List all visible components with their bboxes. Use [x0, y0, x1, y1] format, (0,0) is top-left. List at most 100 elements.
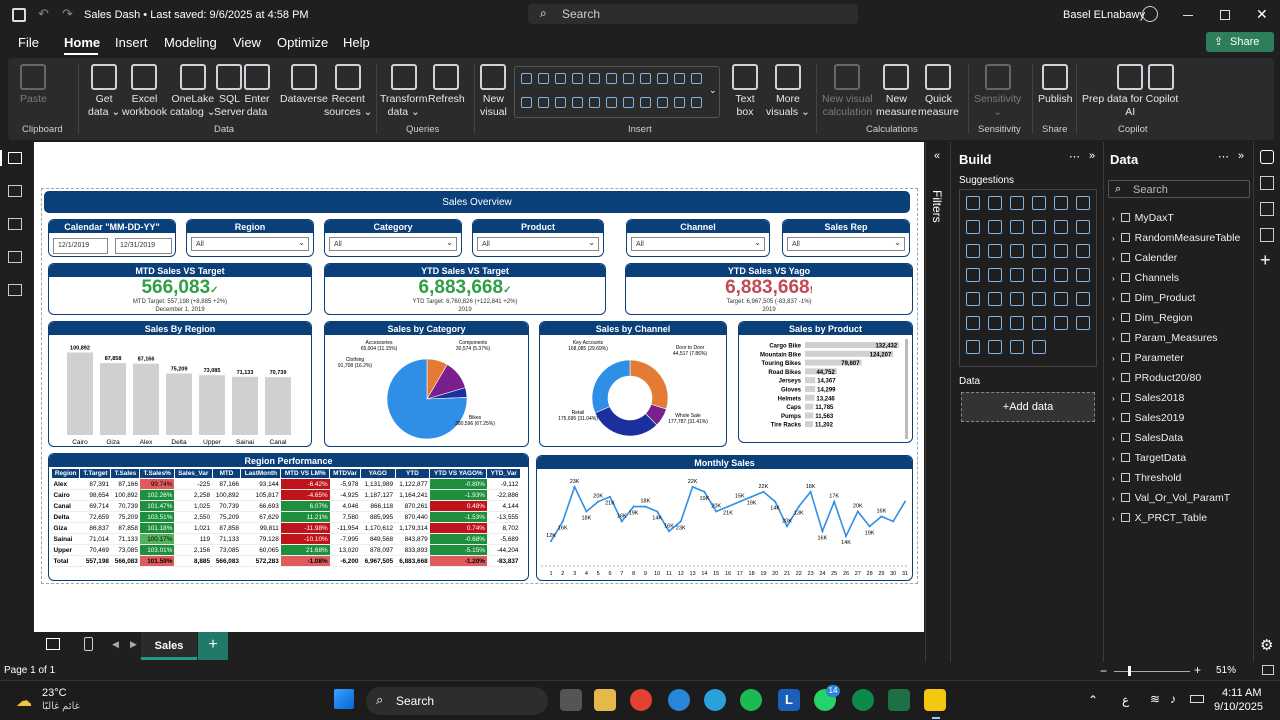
date-to-input[interactable]: 12/31/2019: [115, 238, 172, 254]
task-view-icon[interactable]: [560, 689, 582, 711]
desktop-layout-icon[interactable]: [46, 638, 60, 650]
add-page-button[interactable]: +: [198, 632, 228, 660]
visual-type-icon[interactable]: [1032, 268, 1046, 282]
slicer-dropdown[interactable]: All ⌄: [329, 237, 457, 251]
visual-type-icon[interactable]: [538, 73, 549, 84]
visual-type-icon[interactable]: [1054, 316, 1068, 330]
data-table-calender[interactable]: › Calender: [1112, 252, 1177, 264]
menu-view[interactable]: View: [233, 35, 261, 50]
visual-type-icon[interactable]: [674, 97, 685, 108]
visual-type-icon[interactable]: [623, 73, 634, 84]
kpi-card[interactable]: YTD Sales VS Target 6,883,668✓ YTD Target:…: [324, 263, 606, 315]
visual-type-icon[interactable]: [521, 73, 532, 84]
avatar[interactable]: [1142, 6, 1158, 22]
column-header[interactable]: YTD VS YAGO%: [429, 468, 488, 479]
ribbon-button-19[interactable]: [1148, 64, 1174, 93]
column-header[interactable]: YTD: [394, 468, 431, 479]
column-header[interactable]: YAGO: [359, 468, 396, 479]
visual-type-icon[interactable]: [657, 97, 668, 108]
ribbon-button-17[interactable]: Publish: [1038, 64, 1072, 106]
column-header[interactable]: T.Target: [79, 468, 112, 479]
slicer-region[interactable]: Region All ⌄: [186, 219, 314, 257]
menu-modeling[interactable]: Modeling: [164, 35, 217, 50]
visual-type-icon[interactable]: [691, 97, 702, 108]
visual-type-icon[interactable]: [988, 268, 1002, 282]
slicer-dropdown[interactable]: All ⌄: [631, 237, 765, 251]
settings-icon[interactable]: ⚙: [1260, 636, 1273, 654]
visual-type-icon[interactable]: [1032, 244, 1046, 258]
dax-query-icon[interactable]: [8, 251, 22, 263]
visual-type-icon[interactable]: [988, 196, 1002, 210]
report-view-icon[interactable]: [8, 152, 22, 164]
slicer-channel[interactable]: Channel All ⌄: [626, 219, 770, 257]
data-table-salesdata[interactable]: › SalesData: [1112, 432, 1183, 444]
column-header[interactable]: Region: [50, 468, 81, 479]
minimize-icon[interactable]: [1183, 15, 1193, 16]
visual-type-icon[interactable]: [1076, 196, 1090, 210]
visual-type-icon[interactable]: [1076, 268, 1090, 282]
windows-start-icon[interactable]: [334, 689, 354, 709]
ribbon-button-2[interactable]: Excel workbook: [122, 64, 167, 119]
close-icon[interactable]: ✕: [1256, 6, 1268, 23]
data-table-channels[interactable]: › Channels: [1112, 272, 1179, 284]
kpi-card[interactable]: MTD Sales VS Target 566,083✓ MTD Target: 5…: [48, 263, 312, 315]
bookmark-icon[interactable]: [1260, 228, 1274, 242]
more-icon[interactable]: ⋯: [1069, 150, 1080, 163]
telegram-icon[interactable]: [704, 689, 726, 711]
more-icon[interactable]: ⋯: [1218, 150, 1229, 163]
data-table-product20-80[interactable]: › PRoduct20/80: [1112, 372, 1201, 384]
visual-type-icon[interactable]: [572, 73, 583, 84]
file-explorer-icon[interactable]: [594, 689, 616, 711]
column-header[interactable]: Sales_Var: [173, 468, 213, 479]
visual-types-grid[interactable]: [959, 189, 1097, 367]
visual-type-icon[interactable]: [1054, 268, 1068, 282]
language-indicator[interactable]: ع: [1122, 693, 1129, 707]
visual-type-icon[interactable]: [657, 73, 668, 84]
data-table-mydaxt[interactable]: › MyDaxT: [1112, 212, 1174, 224]
menu-insert[interactable]: Insert: [115, 35, 148, 50]
l-app-icon[interactable]: L: [778, 689, 800, 711]
menu-help[interactable]: Help: [343, 35, 370, 50]
data-search-input[interactable]: ⌕ Search: [1108, 180, 1250, 198]
visualizations-icon[interactable]: [1260, 176, 1274, 190]
sales-by-product-chart[interactable]: Sales by Product Cargo Bike 132,432 Mounta…: [738, 321, 913, 443]
visual-type-icon[interactable]: [589, 73, 600, 84]
data-table-param-measures[interactable]: › Param_Measures: [1112, 332, 1218, 344]
visual-type-icon[interactable]: [1032, 220, 1046, 234]
visual-type-icon[interactable]: [1054, 244, 1068, 258]
ribbon-button-13[interactable]: New visual calculation: [822, 64, 873, 119]
visual-type-icon[interactable]: [1076, 244, 1090, 258]
ribbon-button-16[interactable]: Sensitivity ⌄: [974, 64, 1021, 119]
slicer-dropdown[interactable]: All ⌄: [787, 237, 905, 251]
next-page-icon[interactable]: ▶: [130, 639, 137, 650]
ribbon-button-12[interactable]: More visuals ⌄: [766, 64, 810, 119]
ribbon-button-9[interactable]: Refresh: [428, 64, 465, 106]
data-icon[interactable]: [1260, 150, 1274, 164]
menu-optimize[interactable]: Optimize: [277, 35, 328, 50]
visual-type-icon[interactable]: [966, 316, 980, 330]
fit-to-page-icon[interactable]: [1262, 665, 1274, 675]
slicer-dropdown[interactable]: All ⌄: [477, 237, 599, 251]
add-data-button[interactable]: +Add data: [961, 392, 1095, 422]
visual-type-icon[interactable]: [1010, 316, 1024, 330]
collapse-icon[interactable]: «: [934, 150, 940, 162]
column-header[interactable]: MTDVar: [329, 468, 361, 479]
column-header[interactable]: MTD: [211, 468, 242, 479]
zoom-in-icon[interactable]: +: [1194, 663, 1201, 677]
visual-type-icon[interactable]: [988, 292, 1002, 306]
tmdl-view-icon[interactable]: [8, 284, 22, 296]
column-header[interactable]: T.Sales%: [139, 468, 175, 479]
visual-type-icon[interactable]: [1010, 268, 1024, 282]
visual-type-icon[interactable]: [988, 220, 1002, 234]
save-icon[interactable]: [12, 8, 26, 22]
visual-type-icon[interactable]: [1032, 292, 1046, 306]
menu-home[interactable]: Home: [64, 35, 100, 50]
visual-type-icon[interactable]: [966, 340, 980, 354]
visual-type-icon[interactable]: [1076, 220, 1090, 234]
format-icon[interactable]: [1260, 202, 1274, 216]
data-table-parameter[interactable]: › Parameter: [1112, 352, 1184, 364]
ribbon-button-8[interactable]: Transform data ⌄: [380, 64, 427, 119]
visual-type-icon[interactable]: [1032, 340, 1046, 354]
menu-file[interactable]: File: [18, 35, 39, 50]
ribbon-button-1[interactable]: Get data ⌄: [88, 64, 120, 119]
